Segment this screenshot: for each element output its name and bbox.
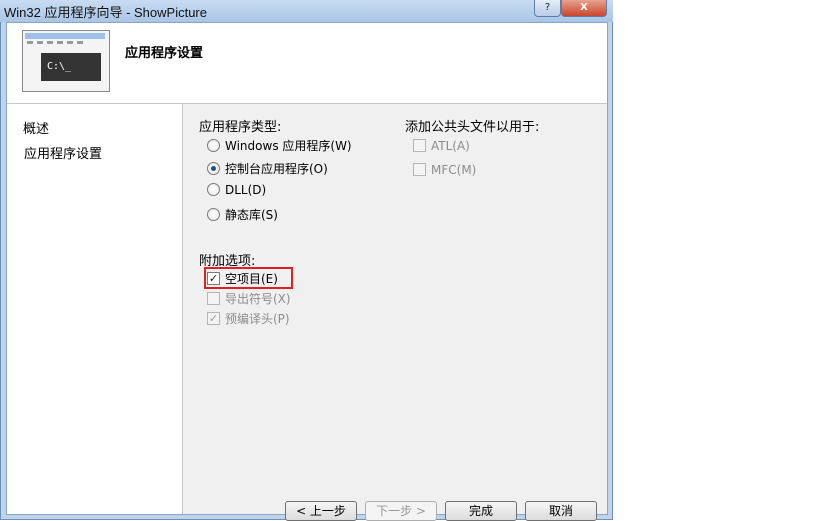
checkbox-mfc[interactable]: MFC(M) <box>413 163 476 177</box>
radio-label: DLL(D) <box>225 183 267 197</box>
help-button[interactable]: ? <box>534 0 561 17</box>
nav-item-overview[interactable]: 概述 <box>23 118 49 137</box>
radio-static-lib[interactable]: 静态库(S) <box>207 206 278 223</box>
radio-indicator[interactable] <box>207 208 220 221</box>
radio-dll[interactable]: DLL(D) <box>207 183 266 197</box>
checkbox-label: ATL(A) <box>431 139 470 153</box>
wizard-nav: 概述 应用程序设置 <box>7 104 183 514</box>
console-prompt-icon: C:\_ <box>41 53 101 81</box>
wizard-header: C:\_ 应用程序设置 <box>7 23 607 104</box>
checkbox-label: MFC(M) <box>431 163 477 177</box>
checkbox-label: 预编译头(P) <box>225 312 290 326</box>
checkbox-indicator[interactable] <box>413 163 426 176</box>
cancel-button[interactable]: 取消 <box>525 501 597 521</box>
checkbox-atl[interactable]: ATL(A) <box>413 139 470 153</box>
radio-indicator[interactable] <box>207 162 220 175</box>
common-headers-label: 添加公共头文件以用于: <box>405 120 540 135</box>
checkbox-indicator[interactable]: ✓ <box>207 272 220 285</box>
page-title: 应用程序设置 <box>125 46 204 61</box>
checkbox-label: 导出符号(X) <box>225 292 291 306</box>
window-title: Win32 应用程序向导 - ShowPicture <box>4 5 207 20</box>
radio-windows-app[interactable]: Windows 应用程序(W) <box>207 137 352 154</box>
checkbox-label: 空项目(E) <box>225 272 278 286</box>
app-type-label: 应用程序类型: <box>199 120 282 135</box>
checkbox-indicator[interactable]: ✓ <box>207 312 220 325</box>
checkbox-indicator[interactable] <box>207 292 220 305</box>
close-button[interactable]: X <box>561 0 607 17</box>
prev-button[interactable]: < 上一步 <box>285 501 357 521</box>
checkbox-export-symbols[interactable]: 导出符号(X) <box>207 290 291 307</box>
wizard-client-area: C:\_ 应用程序设置 概述 应用程序设置 应用程序类型: Windows 应用… <box>6 22 608 521</box>
next-button[interactable]: 下一步 > <box>365 501 437 521</box>
wizard-window: Win32 应用程序向导 - ShowPicture ? X C:\_ 应用程序… <box>0 0 613 521</box>
title-bar[interactable]: Win32 应用程序向导 - ShowPicture ? X <box>0 0 613 22</box>
radio-indicator[interactable] <box>207 183 220 196</box>
radio-indicator[interactable] <box>207 139 220 152</box>
finish-button[interactable]: 完成 <box>445 501 517 521</box>
nav-item-app-settings[interactable]: 应用程序设置 <box>21 142 105 163</box>
settings-panel: 应用程序类型: Windows 应用程序(W) 控制台应用程序(O) DLL(D… <box>183 104 607 521</box>
checkbox-precompiled-header[interactable]: ✓ 预编译头(P) <box>207 310 290 327</box>
console-app-thumbnail-icon: C:\_ <box>22 30 110 92</box>
radio-label: Windows 应用程序(W) <box>225 139 352 153</box>
radio-console-app[interactable]: 控制台应用程序(O) <box>207 160 328 177</box>
checkbox-empty-project[interactable]: ✓ 空项目(E) <box>207 270 278 287</box>
radio-label: 静态库(S) <box>225 208 278 222</box>
radio-label: 控制台应用程序(O) <box>225 162 328 176</box>
checkbox-indicator[interactable] <box>413 139 426 152</box>
